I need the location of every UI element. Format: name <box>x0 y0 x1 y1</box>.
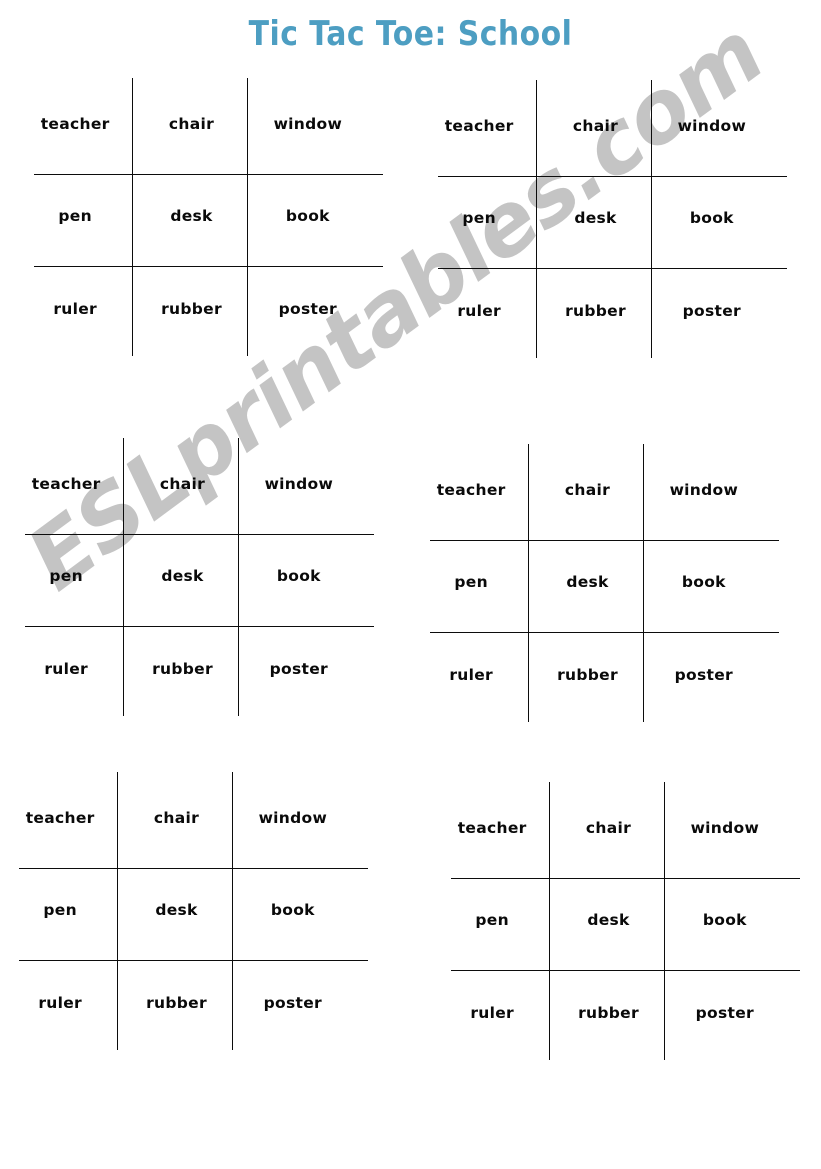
grid-vertical-line <box>664 782 666 1060</box>
grid-horizontal-line <box>34 174 383 176</box>
grid-cell[interactable]: ruler <box>421 265 537 358</box>
grid-horizontal-line <box>430 540 779 542</box>
grid-horizontal-line <box>430 632 779 634</box>
grid-cell[interactable]: book <box>235 865 351 958</box>
grid-horizontal-line <box>438 268 787 270</box>
grid-cell[interactable]: poster <box>667 967 783 1060</box>
grid-cells: teacher chair window pen desk book ruler… <box>2 772 351 1050</box>
tic-tac-toe-grid-5: teacher chair window pen desk book ruler… <box>2 772 368 1050</box>
tic-tac-toe-grids: teacher chair window pen desk book ruler… <box>0 0 821 1169</box>
grid-cell[interactable]: book <box>667 875 783 968</box>
tic-tac-toe-grid-2: teacher chair window pen desk book ruler… <box>421 80 787 358</box>
grid-horizontal-line <box>25 534 374 536</box>
tic-tac-toe-grid-4: teacher chair window pen desk book ruler… <box>413 444 779 722</box>
grid-cell[interactable]: rubber <box>529 629 645 722</box>
grid-cell[interactable]: rubber <box>124 623 240 716</box>
grid-cell[interactable]: poster <box>235 957 351 1050</box>
grid-vertical-line <box>232 772 234 1050</box>
grid-cell[interactable]: ruler <box>17 263 133 356</box>
grid-vertical-line <box>528 444 530 722</box>
tic-tac-toe-grid-6: teacher chair window pen desk book ruler… <box>434 782 800 1060</box>
grid-vertical-line <box>536 80 538 358</box>
grid-cell[interactable]: chair <box>133 78 249 171</box>
grid-cell[interactable]: book <box>241 531 357 624</box>
grid-horizontal-line <box>25 626 374 628</box>
grid-cell[interactable]: teacher <box>17 78 133 171</box>
grid-vertical-line <box>247 78 249 356</box>
grid-cell[interactable]: teacher <box>8 438 124 531</box>
grid-cell[interactable]: rubber <box>118 957 234 1050</box>
grid-vertical-line <box>132 78 134 356</box>
grid-cell[interactable]: desk <box>133 171 249 264</box>
grid-cells: teacher chair window pen desk book ruler… <box>8 438 357 716</box>
grid-cell[interactable]: ruler <box>8 623 124 716</box>
grid-vertical-line <box>238 438 240 716</box>
grid-cell[interactable]: pen <box>8 531 124 624</box>
grid-cell[interactable]: chair <box>118 772 234 865</box>
grid-vertical-line <box>117 772 119 1050</box>
grid-cell[interactable]: desk <box>118 865 234 958</box>
grid-cell[interactable]: rubber <box>537 265 653 358</box>
grid-cell[interactable]: poster <box>646 629 762 722</box>
grid-cell[interactable]: ruler <box>413 629 529 722</box>
grid-cell[interactable]: window <box>250 78 366 171</box>
grid-cell[interactable]: rubber <box>133 263 249 356</box>
grid-cell[interactable]: poster <box>654 265 770 358</box>
grid-cell[interactable]: pen <box>2 865 118 958</box>
grid-cell[interactable]: desk <box>537 173 653 266</box>
grid-cell[interactable]: pen <box>421 173 537 266</box>
grid-cell[interactable]: teacher <box>434 782 550 875</box>
grid-cell[interactable]: desk <box>529 537 645 630</box>
grid-cell[interactable]: window <box>241 438 357 531</box>
tic-tac-toe-grid-1: teacher chair window pen desk book ruler… <box>17 78 383 356</box>
grid-horizontal-line <box>451 970 800 972</box>
grid-cell[interactable]: window <box>235 772 351 865</box>
grid-cell[interactable]: chair <box>537 80 653 173</box>
grid-cell[interactable]: rubber <box>550 967 666 1060</box>
grid-cell[interactable]: pen <box>17 171 133 264</box>
grid-cell[interactable]: desk <box>124 531 240 624</box>
grid-cell[interactable]: ruler <box>2 957 118 1050</box>
grid-vertical-line <box>549 782 551 1060</box>
grid-cell[interactable]: ruler <box>434 967 550 1060</box>
grid-cell[interactable]: poster <box>250 263 366 356</box>
grid-cell[interactable]: chair <box>550 782 666 875</box>
grid-cell[interactable]: window <box>667 782 783 875</box>
grid-vertical-line <box>643 444 645 722</box>
grid-horizontal-line <box>438 176 787 178</box>
grid-cells: teacher chair window pen desk book ruler… <box>17 78 366 356</box>
grid-cell[interactable]: teacher <box>413 444 529 537</box>
grid-cell[interactable]: book <box>654 173 770 266</box>
grid-vertical-line <box>123 438 125 716</box>
grid-cell[interactable]: window <box>646 444 762 537</box>
grid-cell[interactable]: poster <box>241 623 357 716</box>
grid-horizontal-line <box>34 266 383 268</box>
grid-horizontal-line <box>19 868 368 870</box>
grid-horizontal-line <box>19 960 368 962</box>
grid-cell[interactable]: book <box>646 537 762 630</box>
grid-cell[interactable]: chair <box>124 438 240 531</box>
grid-cell[interactable]: book <box>250 171 366 264</box>
grid-cell[interactable]: pen <box>434 875 550 968</box>
page-title: Tic Tac Toe: School <box>248 14 573 54</box>
tic-tac-toe-grid-3: teacher chair window pen desk book ruler… <box>8 438 374 716</box>
grid-cell[interactable]: chair <box>529 444 645 537</box>
grid-horizontal-line <box>451 878 800 880</box>
grid-cells: teacher chair window pen desk book ruler… <box>421 80 770 358</box>
grid-cell[interactable]: desk <box>550 875 666 968</box>
grid-cell[interactable]: teacher <box>421 80 537 173</box>
grid-cells: teacher chair window pen desk book ruler… <box>413 444 762 722</box>
grid-cell[interactable]: window <box>654 80 770 173</box>
grid-cells: teacher chair window pen desk book ruler… <box>434 782 783 1060</box>
grid-cell[interactable]: pen <box>413 537 529 630</box>
grid-cell[interactable]: teacher <box>2 772 118 865</box>
grid-vertical-line <box>651 80 653 358</box>
